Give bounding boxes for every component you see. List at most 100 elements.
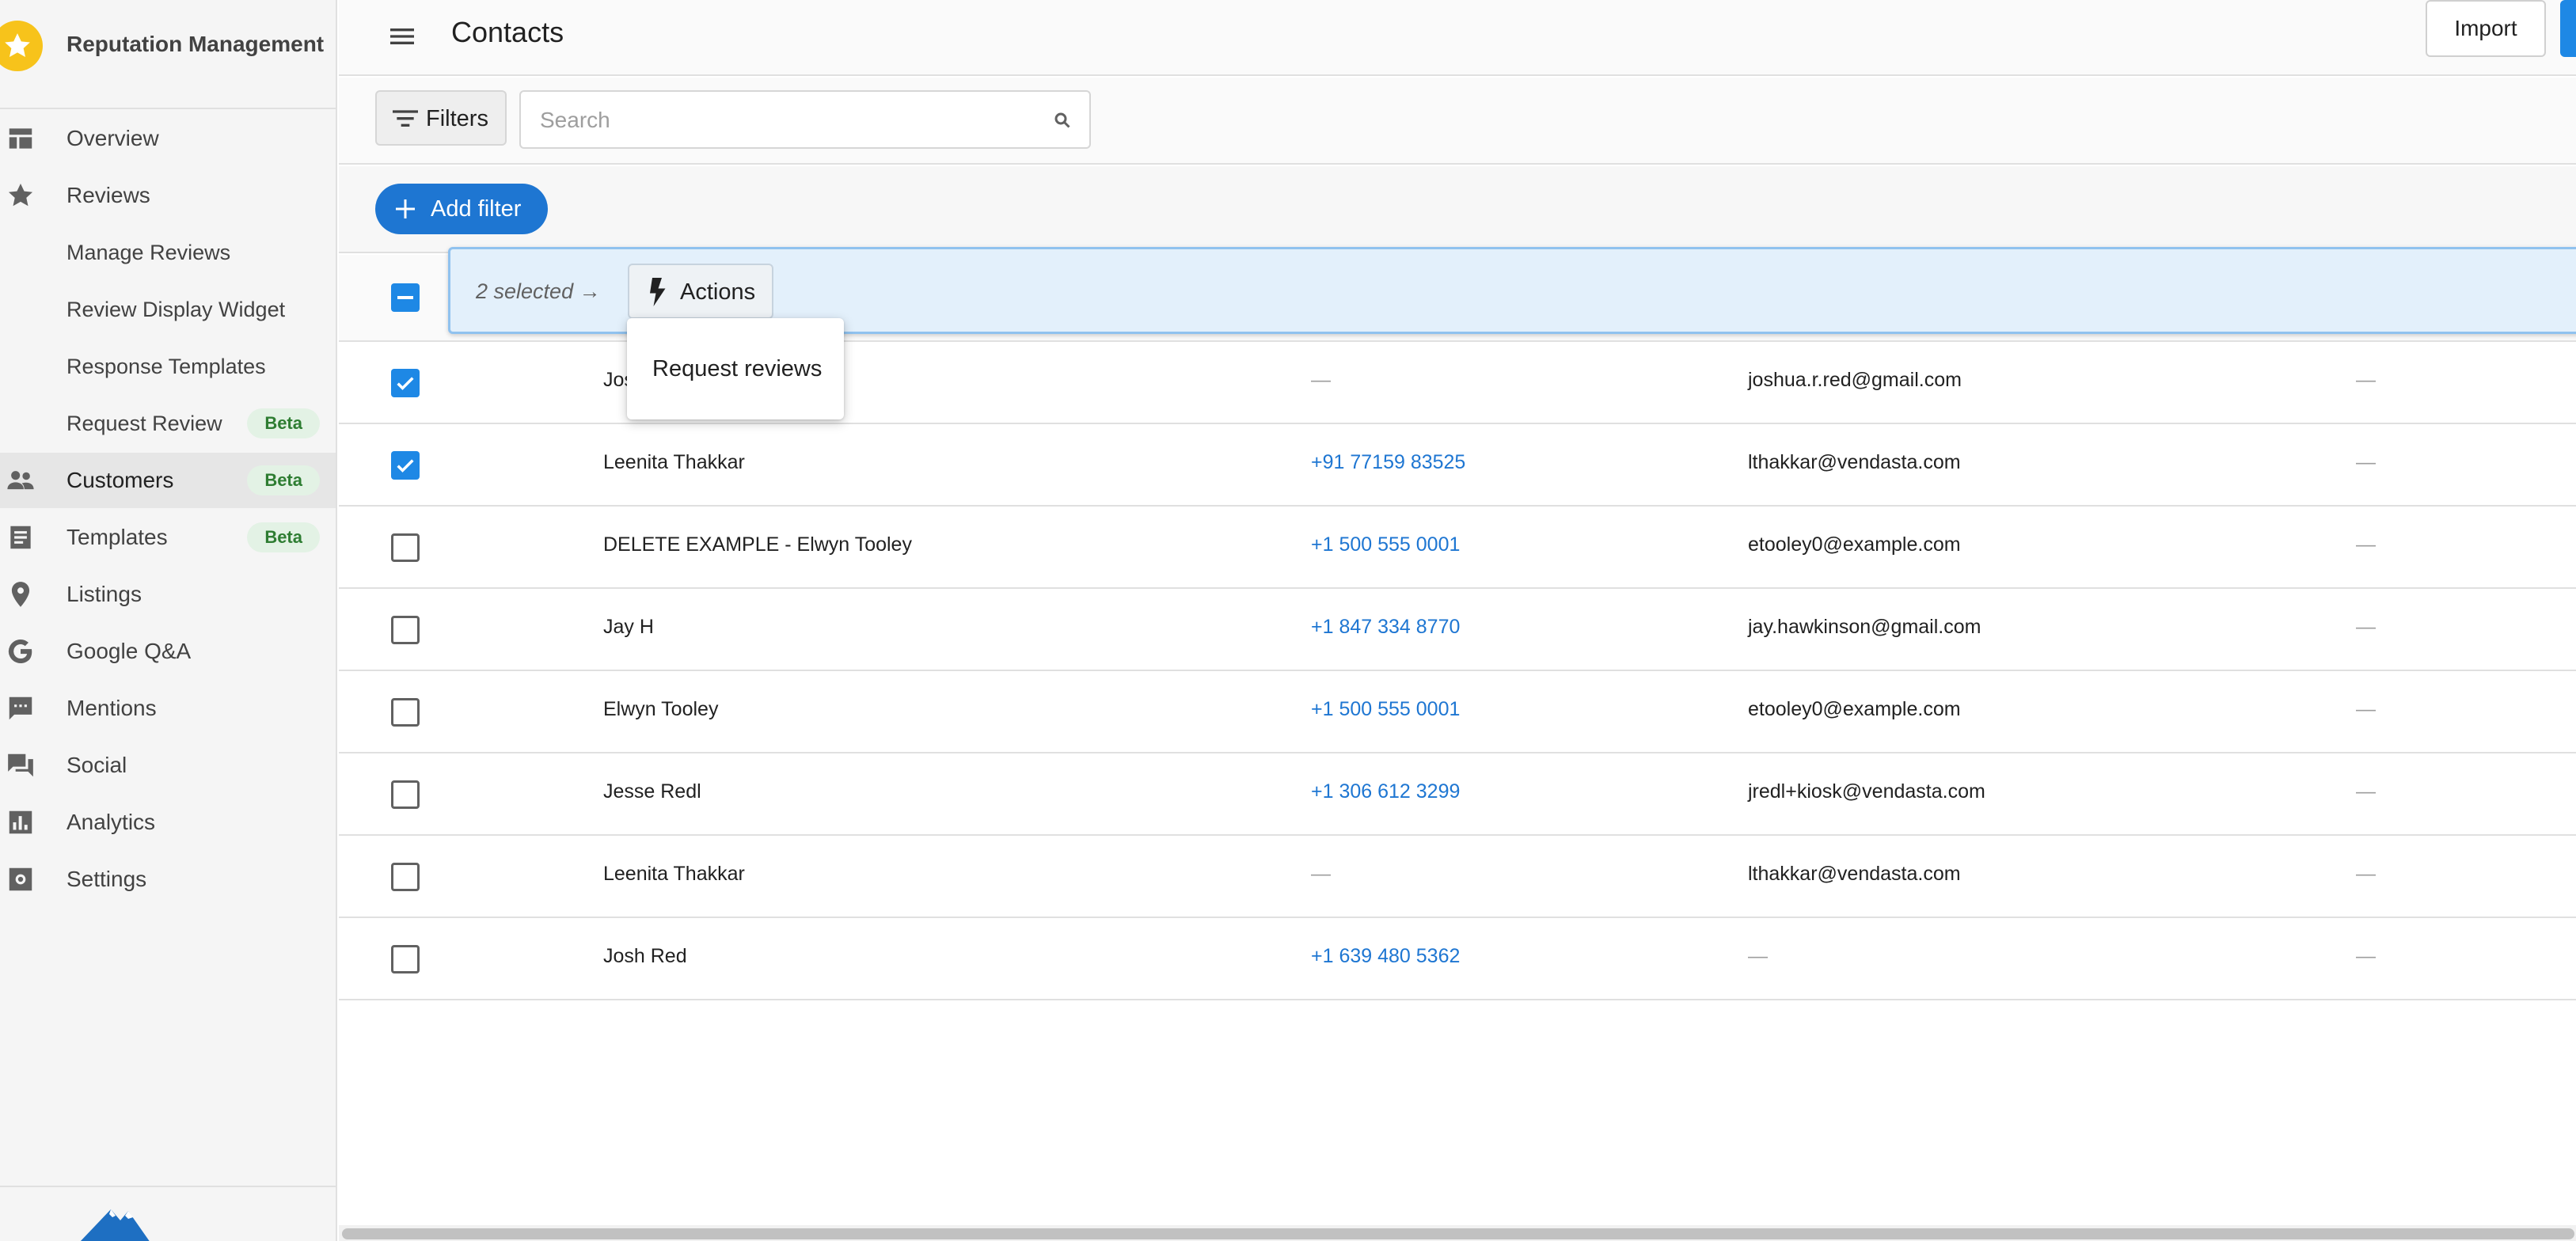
sidebar-item-label: Customers <box>66 468 174 492</box>
google-icon <box>5 637 36 666</box>
sidebar-item-mentions[interactable]: Mentions <box>0 681 336 736</box>
table-row[interactable]: Jay H +1 847 334 8770 jay.hawkinson@gmail.… <box>339 589 2576 671</box>
lightning-bolt-icon <box>650 278 666 306</box>
table-row[interactable]: Elwyn Tooley +1 500 555 0001 etooley0@exam… <box>339 671 2576 753</box>
contact-name[interactable]: Jesse Redl <box>603 780 701 803</box>
contact-extra: — <box>2356 533 2376 556</box>
contact-extra: — <box>2356 616 2376 638</box>
contact-email: jredl+kiosk@vendasta.com <box>1748 780 1985 803</box>
row-checkbox[interactable] <box>391 451 420 480</box>
contact-extra: — <box>2356 698 2376 720</box>
sidebar-item-social[interactable]: Social <box>0 738 336 793</box>
location-pin-icon <box>5 580 36 609</box>
actions-button[interactable]: Actions <box>628 264 773 319</box>
sidebar-item-google-qa[interactable]: Google Q&A <box>0 624 336 679</box>
beta-badge: Beta <box>247 408 320 438</box>
filter-row: Add filter <box>339 166 2576 253</box>
contact-name[interactable]: Josh Red <box>603 945 687 968</box>
contact-name[interactable]: Leenita Thakkar <box>603 451 745 474</box>
contact-phone[interactable]: +1 639 480 5362 <box>1311 945 1460 968</box>
checkmark-icon <box>397 459 414 472</box>
sidebar-item-listings[interactable]: Listings <box>0 567 336 622</box>
row-checkbox[interactable] <box>391 369 420 397</box>
actions-menu: Request reviews <box>627 318 844 419</box>
sidebar-item-label: Response Templates <box>66 354 266 378</box>
sidebar-item-request-review[interactable]: Request Review Beta <box>0 396 336 451</box>
contact-phone[interactable]: +91 77159 83525 <box>1311 451 1465 474</box>
import-button[interactable]: Import <box>2426 0 2546 57</box>
beta-badge: Beta <box>247 465 320 495</box>
hamburger-menu-icon <box>390 28 414 44</box>
sidebar-item-label: Mentions <box>66 696 157 720</box>
select-all-checkbox[interactable] <box>391 283 420 312</box>
beta-badge: Beta <box>247 522 320 552</box>
page-header: Contacts Import <box>339 0 2576 76</box>
sidebar-item-label: Social <box>66 753 127 777</box>
row-checkbox[interactable] <box>391 698 420 727</box>
menu-item-request-reviews[interactable]: Request reviews <box>627 337 844 400</box>
document-icon <box>5 523 36 552</box>
contact-email: lthakkar@vendasta.com <box>1748 863 1961 885</box>
row-checkbox[interactable] <box>391 863 420 891</box>
sidebar-item-label: Settings <box>66 867 147 891</box>
row-checkbox[interactable] <box>391 616 420 644</box>
table-row[interactable]: Jesse Redl +1 306 612 3299 jredl+kiosk@ven… <box>339 753 2576 836</box>
scrollbar-thumb[interactable] <box>342 1228 2574 1239</box>
row-checkbox[interactable] <box>391 780 420 809</box>
selected-count: 2 selected → <box>476 279 601 303</box>
contact-name[interactable]: Leenita Thakkar <box>603 863 745 886</box>
forum-icon <box>5 751 36 780</box>
table-row[interactable]: Leenita Thakkar +91 77159 83525 lthakkar@v… <box>339 424 2576 507</box>
sidebar-item-label: Overview <box>66 126 159 150</box>
row-checkbox[interactable] <box>391 533 420 562</box>
checkmark-icon <box>397 377 414 390</box>
primary-action-button[interactable] <box>2560 0 2576 57</box>
horizontal-scrollbar <box>339 1225 2576 1241</box>
sidebar-item-templates[interactable]: Templates Beta <box>0 510 336 565</box>
people-icon <box>5 466 36 495</box>
search-box <box>519 90 1091 149</box>
sidebar-item-customers[interactable]: Customers Beta <box>0 453 336 508</box>
sidebar-item-reviews[interactable]: Reviews <box>0 168 336 223</box>
sidebar-item-label: Reviews <box>66 183 150 207</box>
brand-title: Reputation Management <box>66 32 325 56</box>
actions-label: Actions <box>680 279 756 305</box>
search-input[interactable] <box>540 103 1015 138</box>
contact-name[interactable]: Elwyn Tooley <box>603 698 718 721</box>
star-logo-icon <box>0 21 43 71</box>
contact-name[interactable]: Jay H <box>603 616 654 639</box>
row-checkbox[interactable] <box>391 945 420 973</box>
table-row[interactable]: Josh Red +1 639 480 5362 — — <box>339 918 2576 1000</box>
contact-phone[interactable]: +1 500 555 0001 <box>1311 533 1460 556</box>
contact-phone[interactable]: +1 306 612 3299 <box>1311 780 1460 803</box>
table-row[interactable]: DELETE EXAMPLE - Elwyn Tooley +1 500 555 … <box>339 507 2576 589</box>
bar-chart-icon <box>5 808 36 837</box>
search-icon[interactable] <box>1053 111 1072 130</box>
gear-icon <box>5 865 36 894</box>
contact-extra: — <box>2356 780 2376 803</box>
contact-phone[interactable]: +1 500 555 0001 <box>1311 698 1460 721</box>
sidebar: Reputation Management Overview Reviews M… <box>0 0 337 1241</box>
contact-phone[interactable]: +1 847 334 8770 <box>1311 616 1460 639</box>
brand-header: Reputation Management <box>0 0 337 109</box>
contact-email: — <box>1748 945 1768 967</box>
sidebar-item-label: Google Q&A <box>66 639 192 663</box>
filters-button[interactable]: Filters <box>375 90 507 146</box>
contact-extra: — <box>2356 945 2376 967</box>
contact-email: etooley0@example.com <box>1748 533 1961 556</box>
sidebar-item-review-display-widget[interactable]: Review Display Widget <box>0 282 336 337</box>
add-filter-button[interactable]: Add filter <box>375 184 548 234</box>
menu-toggle-button[interactable] <box>380 14 424 59</box>
sidebar-item-label: Templates <box>66 525 168 549</box>
sidebar-item-overview[interactable]: Overview <box>0 111 336 166</box>
sidebar-item-label: Request Review <box>66 411 222 435</box>
contact-email: etooley0@example.com <box>1748 698 1961 720</box>
sidebar-item-analytics[interactable]: Analytics <box>0 795 336 850</box>
contact-phone: — <box>1311 863 1331 885</box>
page-title: Contacts <box>451 16 564 48</box>
contact-name[interactable]: DELETE EXAMPLE - Elwyn Tooley <box>603 533 912 556</box>
table-row[interactable]: Leenita Thakkar — lthakkar@vendasta.com — <box>339 836 2576 918</box>
sidebar-item-manage-reviews[interactable]: Manage Reviews <box>0 225 336 280</box>
sidebar-item-response-templates[interactable]: Response Templates <box>0 339 336 394</box>
sidebar-item-settings[interactable]: Settings <box>0 852 336 907</box>
